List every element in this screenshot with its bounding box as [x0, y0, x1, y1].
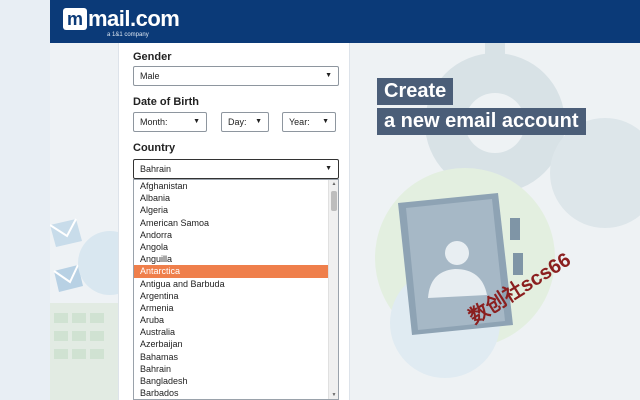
dropdown-scrollbar[interactable]: ▲ ▼	[328, 180, 338, 399]
country-select[interactable]: Bahrain ▼	[133, 159, 339, 179]
country-option[interactable]: Afghanistan	[134, 180, 338, 192]
country-option[interactable]: Angola	[134, 241, 338, 253]
country-value: Bahrain	[140, 164, 172, 174]
hero-title-line-1: Create	[377, 78, 454, 105]
birth-year-value: Year:	[289, 117, 310, 127]
birth-month-select[interactable]: Month: ▼	[133, 112, 207, 132]
country-option[interactable]: Azerbaijan	[134, 338, 338, 350]
logo-tagline: a 1&1 company	[107, 32, 149, 38]
scrollbar-thumb[interactable]	[331, 191, 337, 211]
country-option[interactable]: Bahamas	[134, 351, 338, 363]
country-option[interactable]: Argentina	[134, 290, 338, 302]
hero-title-line-2: a new email account	[377, 108, 586, 135]
logo-text: mail.com	[88, 6, 180, 31]
country-label: Country	[133, 142, 176, 154]
birth-day-value: Day:	[228, 117, 247, 127]
country-option[interactable]: Andorra	[134, 229, 338, 241]
country-option[interactable]: Armenia	[134, 302, 338, 314]
chevron-down-icon: ▼	[255, 118, 262, 125]
chevron-down-icon: ▼	[322, 118, 329, 125]
country-option[interactable]: Barbados	[134, 387, 338, 399]
country-option[interactable]: Antigua and Barbuda	[134, 278, 338, 290]
chevron-down-icon: ▼	[325, 72, 332, 79]
country-option[interactable]: Aruba	[134, 314, 338, 326]
signup-form: Gender Male ▼ Date of Birth Month: ▼ Day…	[118, 43, 350, 400]
gender-label: Gender	[133, 51, 172, 63]
country-option[interactable]: Bahrain	[134, 363, 338, 375]
country-option[interactable]: American Samoa	[134, 217, 338, 229]
country-dropdown-list[interactable]: Afghanistan Albania Algeria American Samoa A…	[133, 179, 339, 400]
scroll-up-icon[interactable]: ▲	[329, 180, 338, 188]
gender-select[interactable]: Male ▼	[133, 66, 339, 86]
country-option[interactable]: Albania	[134, 192, 338, 204]
country-option[interactable]: Antarctica	[134, 265, 338, 278]
envelope-icon	[50, 218, 82, 247]
mailcom-logo[interactable]: m mail.com a 1&1 company	[63, 6, 180, 38]
country-option[interactable]: Algeria	[134, 204, 338, 216]
birth-year-select[interactable]: Year: ▼	[282, 112, 336, 132]
left-background-illustration	[50, 43, 118, 400]
logo-m-icon: m	[63, 8, 87, 30]
date-of-birth-label: Date of Birth	[133, 96, 199, 108]
country-option[interactable]: Anguilla	[134, 253, 338, 265]
chevron-down-icon: ▼	[193, 118, 200, 125]
gender-value: Male	[140, 71, 160, 81]
left-gutter	[0, 0, 50, 400]
chevron-down-icon: ▼	[325, 165, 332, 172]
country-option[interactable]: Bangladesh	[134, 375, 338, 387]
scroll-down-icon[interactable]: ▼	[329, 391, 338, 399]
country-option[interactable]: Australia	[134, 326, 338, 338]
birth-day-select[interactable]: Day: ▼	[221, 112, 269, 132]
birth-month-value: Month:	[140, 117, 168, 127]
